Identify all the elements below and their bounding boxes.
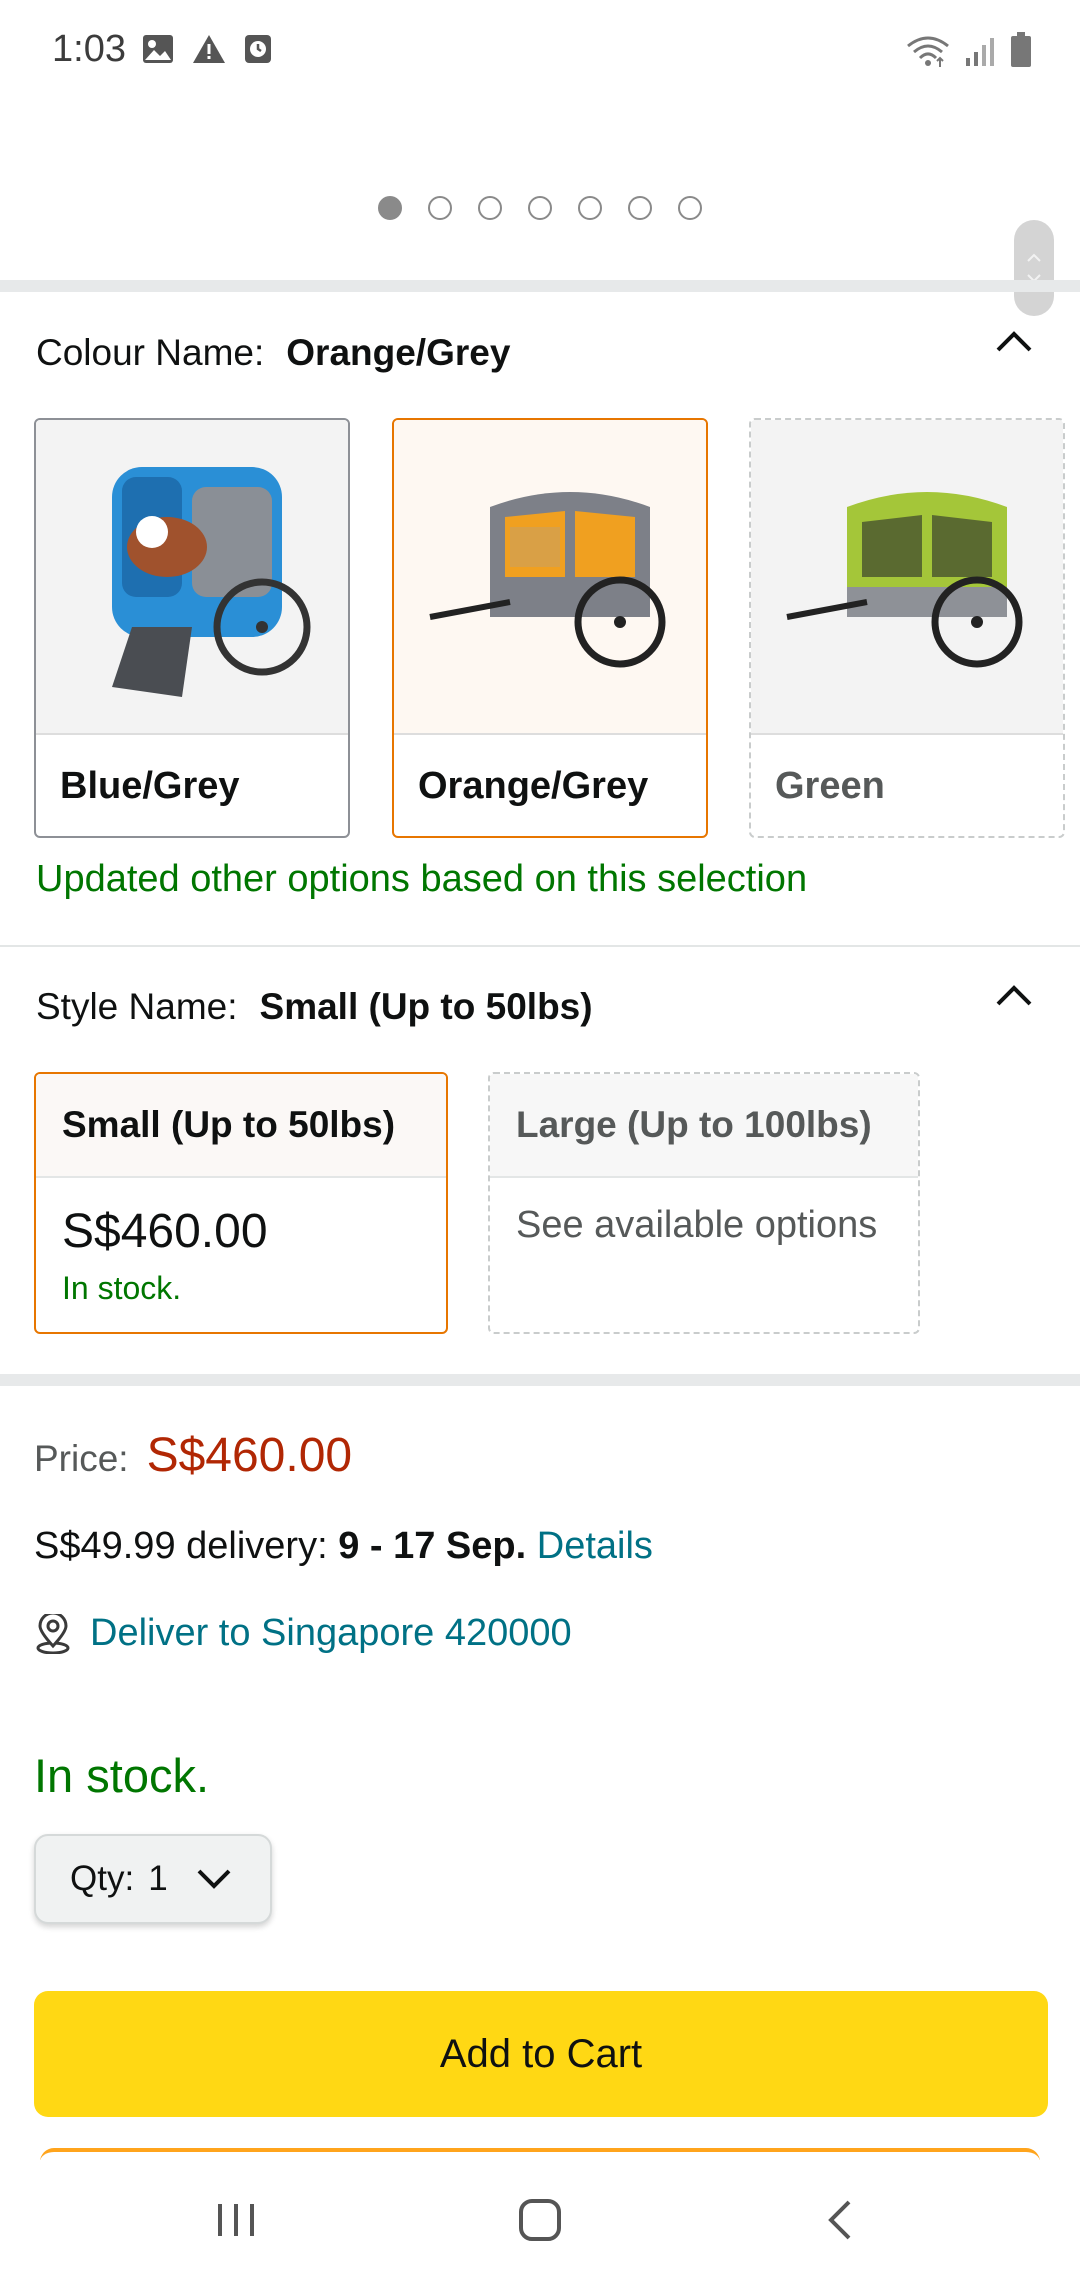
quantity-dropdown[interactable]: Qty: 1 bbox=[34, 1834, 272, 1924]
warning-icon bbox=[193, 35, 225, 63]
system-icons bbox=[906, 32, 1032, 68]
colour-thumbnail bbox=[751, 420, 1063, 735]
recent-apps-button[interactable] bbox=[196, 2190, 276, 2250]
chevron-up-icon bbox=[1027, 253, 1041, 262]
colour-thumbnail bbox=[36, 420, 348, 735]
home-button[interactable] bbox=[500, 2190, 580, 2250]
price-label: Price: bbox=[34, 1438, 129, 1479]
gallery-icon bbox=[143, 35, 173, 63]
collapse-style-icon[interactable] bbox=[994, 976, 1034, 1016]
colour-thumbnail bbox=[394, 420, 706, 735]
battery-icon bbox=[1011, 32, 1031, 67]
carousel-dot[interactable] bbox=[478, 196, 502, 220]
signal-icon bbox=[966, 38, 994, 66]
blue-trailer-image bbox=[112, 466, 311, 697]
style-option-label: Large (Up to 100lbs) bbox=[490, 1074, 918, 1178]
delivery-dates: 9 - 17 Sep. bbox=[338, 1525, 527, 1567]
style-label: Style Name: Small (Up to 50lbs) bbox=[36, 986, 593, 1028]
colour-option-blue-grey[interactable]: Blue/Grey bbox=[34, 418, 350, 838]
back-button[interactable] bbox=[800, 2190, 880, 2250]
style-option-price: S$460.00 bbox=[62, 1205, 268, 1258]
colour-label: Colour Name: Orange/Grey bbox=[36, 332, 510, 374]
quantity-label: Qty: bbox=[70, 1859, 135, 1898]
back-icon bbox=[828, 2200, 851, 2240]
status-bar: 1:03 bbox=[0, 0, 1080, 100]
style-option-availability: See available options bbox=[516, 1204, 878, 1246]
colour-option-green[interactable]: Green bbox=[749, 418, 1065, 838]
delivery-details-link[interactable]: Details bbox=[537, 1525, 653, 1567]
selection-updated-note: Updated other options based on this sele… bbox=[36, 858, 808, 900]
delivery-prefix: S$49.99 delivery: bbox=[34, 1525, 328, 1567]
scroll-thumb[interactable] bbox=[1014, 220, 1054, 316]
deliver-to-link[interactable]: Deliver to Singapore 420000 bbox=[34, 1612, 572, 1655]
section-divider bbox=[0, 1374, 1080, 1386]
carousel-dot[interactable] bbox=[378, 196, 402, 220]
green-trailer-image bbox=[786, 491, 1023, 667]
deliver-to-text: Deliver to Singapore 420000 bbox=[90, 1612, 572, 1654]
style-option-large[interactable]: Large (Up to 100lbs) See available optio… bbox=[488, 1072, 920, 1334]
alarm-icon bbox=[245, 35, 271, 63]
notification-icons bbox=[142, 34, 272, 64]
delivery-row: S$49.99 delivery: 9 - 17 Sep. Details bbox=[34, 1525, 653, 1568]
style-option-label: Small (Up to 50lbs) bbox=[36, 1074, 446, 1178]
add-to-cart-button[interactable]: Add to Cart bbox=[34, 1991, 1048, 2117]
image-carousel-dots bbox=[0, 196, 1080, 220]
style-label-text: Style Name: bbox=[36, 986, 238, 1027]
home-icon bbox=[519, 2199, 561, 2241]
location-pin-icon bbox=[36, 1613, 70, 1654]
stock-status: In stock. bbox=[34, 1749, 210, 1802]
orange-trailer-image bbox=[429, 491, 666, 667]
colour-label-text: Colour Name: bbox=[36, 332, 265, 373]
chevron-down-icon bbox=[197, 1869, 231, 1889]
carousel-dot[interactable] bbox=[678, 196, 702, 220]
carousel-dot[interactable] bbox=[628, 196, 652, 220]
system-nav-bar bbox=[0, 2160, 1080, 2280]
collapse-colour-icon[interactable] bbox=[994, 322, 1034, 362]
colour-option-label: Orange/Grey bbox=[418, 765, 649, 807]
quantity-value: 1 bbox=[148, 1859, 168, 1898]
carousel-dot[interactable] bbox=[428, 196, 452, 220]
colour-option-label: Green bbox=[775, 765, 885, 807]
price-row: Price: S$460.00 bbox=[34, 1428, 352, 1483]
style-option-small[interactable]: Small (Up to 50lbs) S$460.00 In stock. bbox=[34, 1072, 448, 1334]
carousel-dot[interactable] bbox=[528, 196, 552, 220]
wifi-icon bbox=[907, 36, 949, 67]
colour-selected-value: Orange/Grey bbox=[286, 332, 511, 373]
colour-option-orange-grey[interactable]: Orange/Grey bbox=[392, 418, 708, 838]
price-value: S$460.00 bbox=[146, 1429, 353, 1482]
section-divider bbox=[0, 280, 1080, 292]
status-time: 1:03 bbox=[52, 28, 126, 70]
style-selected-value: Small (Up to 50lbs) bbox=[259, 986, 593, 1027]
carousel-dot[interactable] bbox=[578, 196, 602, 220]
section-divider bbox=[0, 945, 1080, 947]
recent-apps-icon bbox=[218, 2204, 254, 2236]
colour-option-label: Blue/Grey bbox=[60, 765, 240, 807]
style-option-stock: In stock. bbox=[62, 1270, 182, 1306]
